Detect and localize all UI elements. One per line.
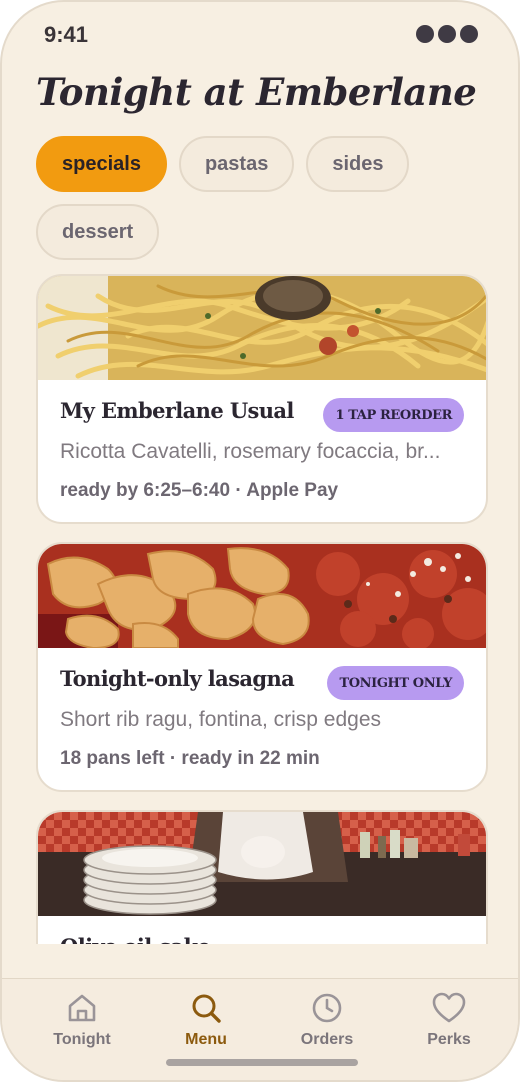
tab-orders[interactable]: Orders: [282, 991, 372, 1049]
card-description: Ricotta Cavatelli, rosemary focaccia, br…: [60, 440, 441, 463]
card-description: Short rib ragu, fontina, crisp edges: [60, 708, 382, 731]
tab-label: Orders: [300, 1031, 354, 1048]
clock-icon: [312, 993, 342, 1023]
tab-label: Perks: [427, 1031, 471, 1048]
card-title: Tonight-only lasagna: [60, 666, 295, 691]
home-icon: [68, 994, 96, 1022]
tab-perks[interactable]: Perks: [404, 991, 494, 1049]
spaghetti-with-clams-photo: [38, 276, 486, 380]
home-indicator[interactable]: [166, 1059, 358, 1066]
pappardelle-with-ragu-photo: [38, 544, 486, 648]
tab-label: Menu: [185, 1031, 227, 1048]
tab-menu[interactable]: Menu: [161, 991, 251, 1049]
menu-card-lasagna[interactable]: Tonight-only lasagna TONIGHT ONLY Short …: [36, 542, 488, 792]
card-body: My Emberlane Usual 1 TAP REORDER Ricotta…: [38, 380, 486, 522]
card-body: Tonight-only lasagna TONIGHT ONLY Short …: [38, 648, 486, 790]
status-bar: 9:41: [44, 22, 478, 48]
card-title: My Emberlane Usual: [60, 398, 294, 423]
status-time: 9:41: [44, 22, 89, 47]
tab-label: Tonight: [53, 1031, 111, 1048]
reorder-badge[interactable]: 1 TAP REORDER: [323, 398, 464, 432]
card-meta: ready by 6:25–6:40 · Apple Pay: [60, 480, 339, 501]
chip-sides[interactable]: sides: [306, 136, 410, 192]
tonight-only-badge[interactable]: TONIGHT ONLY: [327, 666, 464, 700]
search-icon: [192, 994, 221, 1023]
phone-screen: 9:41 Tonight at Emberlane specials pasta…: [0, 0, 520, 1082]
heart-icon: [432, 992, 466, 1023]
restaurant-table-with-plates-photo: [38, 812, 486, 916]
scroll-edge: [2, 944, 518, 980]
chip-dessert[interactable]: dessert: [36, 204, 160, 260]
category-chips: specials pastas sides dessert: [36, 136, 456, 260]
card-meta: 18 pans left · ready in 22 min: [60, 748, 320, 769]
tab-tonight[interactable]: Tonight: [37, 991, 127, 1049]
chip-pastas[interactable]: pastas: [178, 136, 295, 192]
menu-card-usual[interactable]: My Emberlane Usual 1 TAP REORDER Ricotta…: [36, 274, 488, 524]
status-dots-icon: [416, 25, 478, 43]
chip-specials[interactable]: specials: [36, 136, 167, 192]
page-title: Tonight at Emberlane: [36, 70, 477, 114]
